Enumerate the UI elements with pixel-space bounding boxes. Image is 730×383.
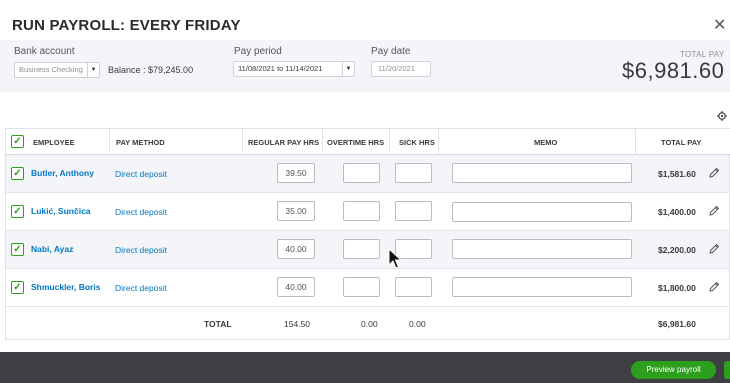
column-divider bbox=[389, 129, 390, 155]
dialog-title: RUN PAYROLL: EVERY FRIDAY bbox=[12, 17, 241, 34]
row-total-pay: $1,581.60 bbox=[658, 169, 696, 179]
bank-account-label: Bank account bbox=[14, 46, 75, 57]
row-checkbox[interactable]: ✓ bbox=[11, 167, 24, 180]
memo-input[interactable] bbox=[452, 277, 632, 297]
employee-name[interactable]: Shmuckler, Boris bbox=[31, 282, 100, 292]
totals-label: TOTAL bbox=[204, 319, 232, 329]
row-checkbox[interactable]: ✓ bbox=[11, 281, 24, 294]
pay-method-link[interactable]: Direct deposit bbox=[115, 207, 167, 217]
overtime-hrs-input[interactable] bbox=[343, 277, 380, 297]
dialog-title-bar: RUN PAYROLL: EVERY FRIDAY ✕ bbox=[0, 0, 730, 42]
regular-hrs-input[interactable]: 40.00 bbox=[277, 239, 315, 259]
table-row: ✓ Shmuckler, Boris Direct deposit 40.00 … bbox=[6, 269, 729, 307]
employee-name[interactable]: Butler, Anthony bbox=[31, 168, 94, 178]
row-checkbox[interactable]: ✓ bbox=[11, 205, 24, 218]
col-memo: MEMO bbox=[534, 138, 558, 147]
column-divider bbox=[635, 129, 636, 155]
overtime-hrs-input[interactable] bbox=[343, 163, 380, 183]
column-divider bbox=[109, 129, 110, 155]
employee-name[interactable]: Lukić, Sunčica bbox=[31, 206, 91, 216]
sick-hrs-input[interactable] bbox=[395, 277, 432, 297]
pencil-icon[interactable] bbox=[708, 167, 720, 179]
row-total-pay: $1,400.00 bbox=[658, 207, 696, 217]
pencil-icon[interactable] bbox=[708, 205, 720, 217]
regular-hrs-input[interactable]: 40.00 bbox=[277, 277, 315, 297]
col-sick-hrs: SICK HRS bbox=[399, 138, 435, 147]
account-balance: Balance : $79,245.00 bbox=[108, 65, 194, 75]
overtime-hrs-input[interactable] bbox=[343, 239, 380, 259]
row-total-pay: $2,200.00 bbox=[658, 245, 696, 255]
table-row: ✓ Nabi, Ayaz Direct deposit 40.00 $2,200… bbox=[6, 231, 729, 269]
total-overtime-hrs: 0.00 bbox=[361, 319, 378, 329]
table-row: ✓ Butler, Anthony Direct deposit 39.50 $… bbox=[6, 155, 729, 193]
row-checkbox[interactable]: ✓ bbox=[11, 243, 24, 256]
memo-input[interactable] bbox=[452, 163, 632, 183]
total-sick-hrs: 0.00 bbox=[409, 319, 426, 329]
total-pay-sum: $6,981.60 bbox=[658, 319, 696, 329]
pencil-icon[interactable] bbox=[708, 281, 720, 293]
pay-date-input[interactable]: 11/20/2021 bbox=[371, 61, 431, 77]
pay-method-link[interactable]: Direct deposit bbox=[115, 245, 167, 255]
bank-account-select[interactable]: Business Checking ▼ bbox=[14, 62, 100, 78]
regular-hrs-input[interactable]: 35.00 bbox=[277, 201, 315, 221]
chevron-down-icon: ▼ bbox=[87, 63, 99, 77]
gear-icon[interactable] bbox=[717, 111, 727, 121]
select-all-checkbox[interactable]: ✓ bbox=[11, 135, 24, 148]
preview-payroll-button[interactable]: Preview payroll bbox=[631, 361, 716, 379]
table-row: ✓ Lukić, Sunčica Direct deposit 35.00 $1… bbox=[6, 193, 729, 231]
totals-row: TOTAL 154.50 0.00 0.00 $6,981.60 bbox=[6, 307, 729, 339]
column-divider bbox=[242, 129, 243, 155]
pay-period-value: 11/08/2021 to 11/14/2021 bbox=[238, 64, 323, 73]
total-pay-amount: $6,981.60 bbox=[622, 58, 725, 83]
pay-method-link[interactable]: Direct deposit bbox=[115, 169, 167, 179]
total-regular-hrs: 154.50 bbox=[284, 319, 310, 329]
sick-hrs-input[interactable] bbox=[395, 163, 432, 183]
pay-date-label: Pay date bbox=[371, 46, 411, 57]
column-divider bbox=[438, 129, 439, 155]
bank-account-value: Business Checking bbox=[19, 65, 83, 74]
memo-input[interactable] bbox=[452, 202, 632, 222]
col-overtime-hrs: OVERTIME HRS bbox=[327, 138, 385, 147]
overtime-hrs-input[interactable] bbox=[343, 201, 380, 221]
pay-period-select[interactable]: 11/08/2021 to 11/14/2021 ▼ bbox=[233, 61, 355, 77]
col-employee: EMPLOYEE bbox=[33, 138, 75, 147]
dialog-footer bbox=[0, 352, 730, 383]
col-total-pay: TOTAL PAY bbox=[661, 138, 702, 147]
memo-input[interactable] bbox=[452, 239, 632, 259]
sick-hrs-input[interactable] bbox=[395, 201, 432, 221]
col-pay-method: PAY METHOD bbox=[116, 138, 165, 147]
employee-name[interactable]: Nabi, Ayaz bbox=[31, 244, 73, 254]
table-header: ✓ EMPLOYEE PAY METHOD REGULAR PAY HRS OV… bbox=[6, 129, 730, 155]
submit-button-edge[interactable] bbox=[724, 361, 730, 379]
pay-date-value: 11/20/2021 bbox=[378, 64, 415, 73]
chevron-down-icon: ▼ bbox=[342, 62, 354, 76]
pencil-icon[interactable] bbox=[708, 243, 720, 255]
pay-method-link[interactable]: Direct deposit bbox=[115, 283, 167, 293]
col-regular-hrs: REGULAR PAY HRS bbox=[248, 138, 320, 147]
close-icon[interactable]: ✕ bbox=[713, 15, 726, 35]
pay-period-label: Pay period bbox=[234, 46, 282, 57]
mouse-cursor-icon bbox=[388, 248, 402, 269]
regular-hrs-input[interactable]: 39.50 bbox=[277, 163, 315, 183]
row-total-pay: $1,800.00 bbox=[658, 283, 696, 293]
payroll-table: ✓ EMPLOYEE PAY METHOD REGULAR PAY HRS OV… bbox=[5, 128, 730, 340]
column-divider bbox=[322, 129, 323, 155]
